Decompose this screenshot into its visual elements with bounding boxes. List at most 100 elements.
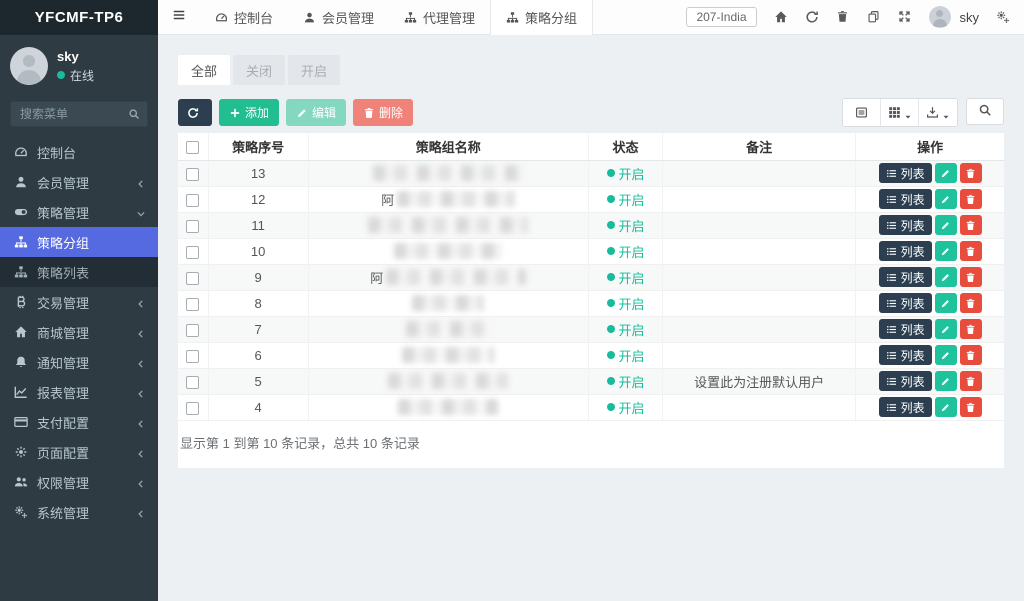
sidebar-item-notify[interactable]: 通知管理 bbox=[0, 347, 158, 377]
row-checkbox[interactable] bbox=[186, 324, 199, 337]
row-list-button[interactable]: 列表 bbox=[879, 163, 932, 183]
topnav-tab-members[interactable]: 会员管理 bbox=[288, 0, 389, 35]
delete-button[interactable]: 删除 bbox=[353, 99, 413, 126]
topnav-tab-strategy-groups[interactable]: 策略分组 bbox=[490, 0, 593, 35]
columns-dropdown-button[interactable] bbox=[881, 99, 919, 126]
row-checkbox[interactable] bbox=[186, 246, 199, 259]
filter-tab-closed[interactable]: 关闭 bbox=[233, 55, 285, 85]
add-button[interactable]: 添加 bbox=[219, 99, 279, 126]
sidebar-item-reports[interactable]: 报表管理 bbox=[0, 377, 158, 407]
row-list-button[interactable]: 列表 bbox=[879, 371, 932, 391]
row-list-button[interactable]: 列表 bbox=[879, 319, 932, 339]
row-delete-button[interactable] bbox=[960, 319, 982, 339]
row-delete-button[interactable] bbox=[960, 189, 982, 209]
refresh-button[interactable] bbox=[178, 99, 212, 126]
row-delete-button[interactable] bbox=[960, 345, 982, 365]
row-id: 12 bbox=[208, 186, 308, 212]
trash-icon[interactable] bbox=[836, 10, 850, 24]
filter-tab-open[interactable]: 开启 bbox=[288, 55, 340, 85]
column-header-id[interactable]: 策略序号 bbox=[208, 133, 308, 160]
sidebar-item-strategy-list[interactable]: 策略列表 bbox=[0, 257, 158, 287]
row-edit-button[interactable] bbox=[935, 267, 957, 287]
row-edit-button[interactable] bbox=[935, 189, 957, 209]
row-list-button[interactable]: 列表 bbox=[879, 293, 932, 313]
edit-button[interactable]: 编辑 bbox=[286, 99, 346, 126]
sidebar-item-label: 交易管理 bbox=[37, 293, 136, 312]
row-edit-button[interactable] bbox=[935, 397, 957, 417]
row-list-button[interactable]: 列表 bbox=[879, 241, 932, 261]
expand-icon[interactable] bbox=[898, 10, 912, 24]
row-list-button[interactable]: 列表 bbox=[879, 397, 932, 417]
row-checkbox[interactable] bbox=[186, 272, 199, 285]
row-list-button[interactable]: 列表 bbox=[879, 189, 932, 209]
column-header-status[interactable]: 状态 bbox=[588, 133, 662, 160]
row-delete-button[interactable] bbox=[960, 215, 982, 235]
topnav-tab-label: 控制台 bbox=[234, 8, 273, 27]
topnav-username[interactable]: sky bbox=[960, 10, 980, 25]
row-checkbox[interactable] bbox=[186, 194, 199, 207]
sidebar-toggle-icon[interactable] bbox=[158, 8, 200, 27]
cogs-icon[interactable] bbox=[996, 10, 1010, 24]
columns-grid-icon bbox=[888, 106, 901, 119]
chevron-left-icon bbox=[136, 177, 146, 187]
topnav-tab-agents[interactable]: 代理管理 bbox=[389, 0, 490, 35]
row-list-button[interactable]: 列表 bbox=[879, 267, 932, 287]
row-checkbox[interactable] bbox=[186, 220, 199, 233]
sidebar-item-pages[interactable]: 页面配置 bbox=[0, 437, 158, 467]
row-checkbox[interactable] bbox=[186, 168, 199, 181]
row-actions: 列表 bbox=[856, 186, 1004, 212]
sidebar-item-mall[interactable]: 商城管理 bbox=[0, 317, 158, 347]
sidebar-item-dashboard[interactable]: 控制台 bbox=[0, 137, 158, 167]
table-search-button[interactable] bbox=[966, 98, 1004, 125]
column-header-remark[interactable]: 备注 bbox=[663, 133, 856, 160]
row-delete-button[interactable] bbox=[960, 267, 982, 287]
user-icon bbox=[14, 175, 28, 189]
home-icon[interactable] bbox=[774, 10, 788, 24]
sidebar-item-permissions[interactable]: 权限管理 bbox=[0, 467, 158, 497]
row-delete-button[interactable] bbox=[960, 397, 982, 417]
row-checkbox[interactable] bbox=[186, 298, 199, 311]
table-row: 13开启列表 bbox=[178, 160, 1004, 186]
row-delete-button[interactable] bbox=[960, 241, 982, 261]
row-edit-button[interactable] bbox=[935, 241, 957, 261]
refresh-icon[interactable] bbox=[805, 10, 819, 24]
sidebar-item-system[interactable]: 系统管理 bbox=[0, 497, 158, 527]
copy-icon[interactable] bbox=[867, 10, 881, 24]
sidebar-item-strategy-groups[interactable]: 策略分组 bbox=[0, 227, 158, 257]
view-toggle-button[interactable] bbox=[843, 99, 881, 126]
row-edit-button[interactable] bbox=[935, 293, 957, 313]
row-edit-button[interactable] bbox=[935, 319, 957, 339]
chevron-left-icon bbox=[136, 447, 146, 457]
row-edit-button[interactable] bbox=[935, 163, 957, 183]
row-list-button[interactable]: 列表 bbox=[879, 345, 932, 365]
row-delete-button[interactable] bbox=[960, 371, 982, 391]
sidebar-item-trade[interactable]: 交易管理 bbox=[0, 287, 158, 317]
row-edit-button[interactable] bbox=[935, 345, 957, 365]
select-all-checkbox[interactable] bbox=[186, 141, 199, 154]
node-badge[interactable]: 207-India bbox=[686, 7, 756, 27]
row-actions: 列表 bbox=[856, 342, 1004, 368]
trash-icon bbox=[965, 324, 976, 335]
sidebar-item-label: 通知管理 bbox=[37, 353, 136, 372]
row-list-button[interactable]: 列表 bbox=[879, 215, 932, 235]
chevron-left-icon bbox=[136, 477, 146, 487]
row-checkbox[interactable] bbox=[186, 402, 199, 415]
row-delete-button[interactable] bbox=[960, 163, 982, 183]
row-edit-button[interactable] bbox=[935, 371, 957, 391]
row-remark bbox=[663, 290, 856, 316]
sidebar-item-payment[interactable]: 支付配置 bbox=[0, 407, 158, 437]
row-delete-button[interactable] bbox=[960, 293, 982, 313]
topnav-avatar[interactable] bbox=[929, 6, 951, 28]
row-edit-button[interactable] bbox=[935, 215, 957, 235]
chevron-left-icon bbox=[136, 417, 146, 427]
row-name-redacted bbox=[308, 368, 588, 394]
row-checkbox[interactable] bbox=[186, 350, 199, 363]
row-checkbox[interactable] bbox=[186, 376, 199, 389]
sidebar-item-strategy[interactable]: 策略管理 bbox=[0, 197, 158, 227]
filter-tab-all[interactable]: 全部 bbox=[178, 55, 230, 85]
topnav-tab-dashboard[interactable]: 控制台 bbox=[200, 0, 288, 35]
table-row: 11开启列表 bbox=[178, 212, 1004, 238]
column-header-name[interactable]: 策略组名称 bbox=[308, 133, 588, 160]
sidebar-item-members[interactable]: 会员管理 bbox=[0, 167, 158, 197]
export-dropdown-button[interactable] bbox=[919, 99, 957, 126]
